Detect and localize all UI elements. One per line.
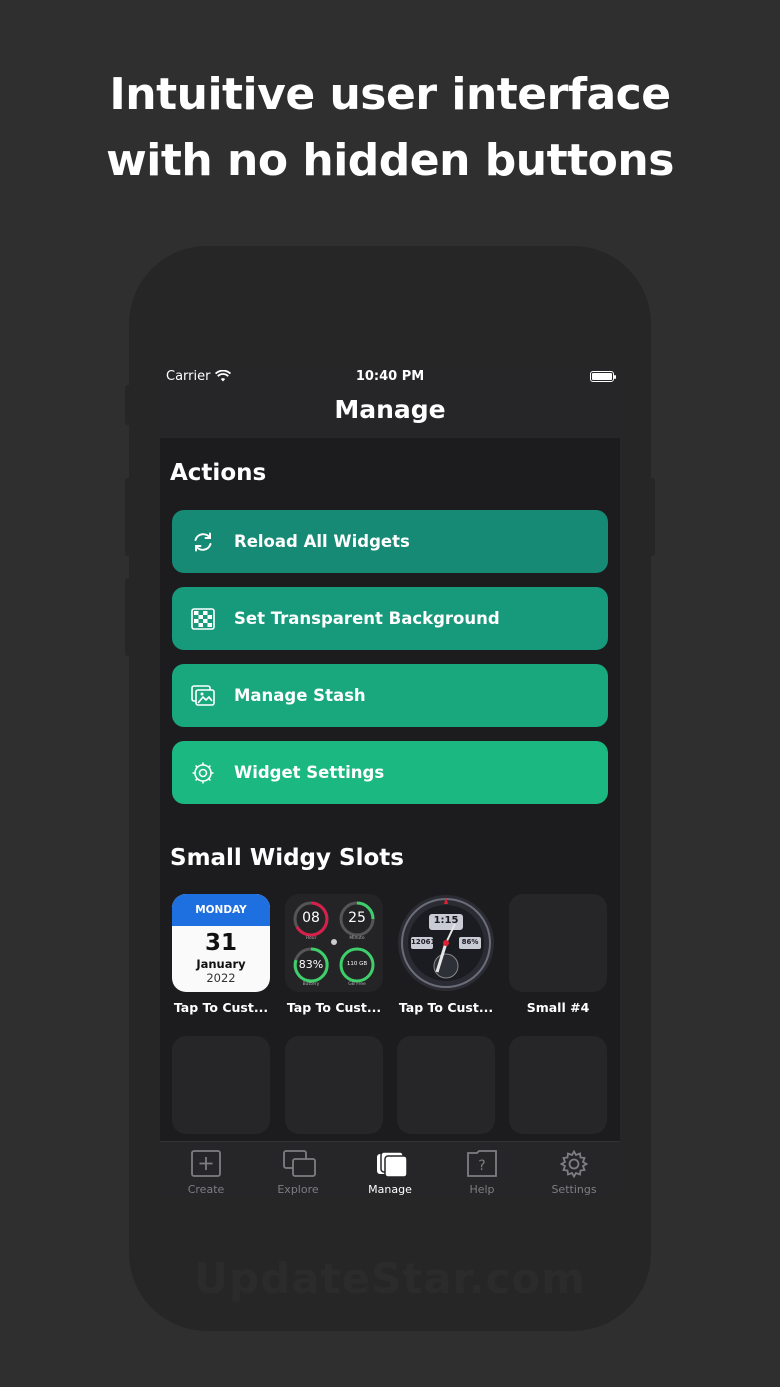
slot-calendar-widget[interactable]: MONDAY 31 January 2022 (172, 894, 270, 992)
windows-icon (283, 1150, 316, 1177)
app-screen: Carrier 10:40 PM Manage Actions Reload A… (160, 367, 620, 1195)
page-title: Manage (334, 395, 446, 424)
watch-time: 1:15 (433, 915, 459, 926)
calendar-year: 2022 (206, 971, 236, 985)
stats-battery: 83% (298, 958, 324, 971)
headline-line-1: Intuitive user interface (109, 69, 671, 120)
reload-all-widgets-button[interactable]: Reload All Widgets (172, 510, 608, 573)
calendar-weekday: MONDAY (195, 904, 247, 916)
tab-create-label: Create (187, 1183, 225, 1195)
tab-manage[interactable]: Manage (344, 1142, 436, 1195)
status-bar: Carrier 10:40 PM (160, 367, 620, 387)
slot-1-label: Tap To Cust... (173, 1000, 269, 1015)
headline: Intuitive user interface with no hidden … (0, 62, 780, 194)
watch-percent: 86% (461, 938, 479, 946)
nav-bar: Manage (160, 387, 620, 438)
tab-explore-label: Explore (277, 1183, 319, 1195)
stack-icon (377, 1151, 408, 1178)
slot-stats-widget[interactable]: 08 Hour 25 Minute 83% Battery 110 GB GB … (285, 894, 383, 992)
tab-settings[interactable]: Settings (528, 1142, 620, 1195)
tab-help[interactable]: ? Help (436, 1142, 528, 1195)
battery-icon (590, 371, 616, 382)
tab-help-label: Help (469, 1183, 495, 1195)
tab-create[interactable]: Create (160, 1142, 252, 1195)
tab-bar: Create Explore Manage ? Help Settings (160, 1141, 620, 1195)
stats-minute: 25 (348, 910, 366, 926)
reload-icon (190, 529, 216, 555)
set-transparent-background-label: Set Transparent Background (234, 609, 500, 628)
phone-volume-up (125, 478, 131, 556)
calendar-day: 31 (204, 930, 237, 956)
reload-all-widgets-label: Reload All Widgets (234, 532, 410, 551)
gear-icon (190, 760, 216, 786)
watermark: UpdateStar.com (129, 1254, 651, 1303)
question-icon: ? (467, 1150, 497, 1177)
widget-settings-button[interactable]: Widget Settings (172, 741, 608, 804)
svg-text:?: ? (478, 1158, 485, 1174)
stats-battery-label: Battery (302, 982, 320, 987)
tab-manage-label: Manage (368, 1183, 412, 1195)
slot-2-label: Tap To Cust... (286, 1000, 382, 1015)
plus-square-icon (191, 1150, 221, 1177)
stats-storage: 110 GB (346, 961, 368, 967)
headline-line-2: with no hidden buttons (106, 135, 674, 186)
gear-icon (559, 1150, 589, 1178)
photos-icon (190, 683, 216, 709)
status-time: 10:40 PM (355, 369, 425, 384)
slot-empty[interactable] (285, 1036, 383, 1134)
calendar-month: January (196, 957, 246, 971)
phone-volume-down (125, 578, 131, 656)
stats-rings (293, 901, 375, 983)
stats-minute-label: Minute (349, 936, 365, 941)
slot-4-label: Small #4 (526, 1000, 590, 1015)
calendar-header: MONDAY (172, 894, 270, 926)
slot-small-4[interactable] (509, 894, 607, 992)
stats-storage-label: GB Free (348, 982, 366, 987)
tab-settings-label: Settings (551, 1183, 597, 1195)
slot-3-label: Tap To Cust... (398, 1000, 494, 1015)
slot-watch-widget[interactable]: 1:15 12061 86% (397, 894, 495, 992)
slot-empty[interactable] (509, 1036, 607, 1134)
slot-empty[interactable] (172, 1036, 270, 1134)
phone-side-button (125, 385, 131, 425)
widget-settings-label: Widget Settings (234, 763, 385, 782)
actions-section-title: Actions (170, 460, 267, 486)
slots-section-title: Small Widgy Slots (170, 845, 404, 871)
set-transparent-background-button[interactable]: Set Transparent Background (172, 587, 608, 650)
stats-hour: 08 (302, 910, 320, 926)
manage-stash-button[interactable]: Manage Stash (172, 664, 608, 727)
tab-explore[interactable]: Explore (252, 1142, 344, 1195)
phone-power-button (649, 478, 655, 556)
stats-hour-label: Hour (305, 936, 317, 941)
slot-empty[interactable] (397, 1036, 495, 1134)
checkerboard-icon (190, 606, 216, 632)
manage-stash-label: Manage Stash (234, 686, 366, 705)
watch-steps: 12061 (411, 938, 436, 946)
